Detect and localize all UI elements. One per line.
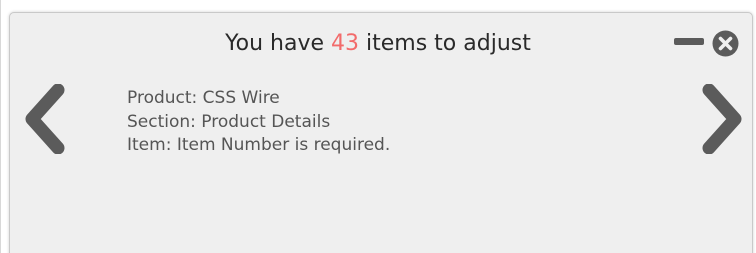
section-line: Section: Product Details (127, 111, 331, 132)
close-circle-icon (712, 30, 739, 57)
product-line: Product: CSS Wire (127, 88, 280, 108)
title-prefix: You have (225, 31, 332, 56)
minus-icon (674, 38, 704, 45)
panel-title: You have 43 items to adjust (0, 28, 756, 60)
item-count: 43 (331, 31, 360, 56)
chevron-left-icon (25, 83, 65, 155)
previous-button[interactable] (20, 83, 70, 155)
next-button[interactable] (697, 83, 747, 155)
minimize-button[interactable] (673, 33, 707, 55)
title-suffix: items to adjust (359, 31, 531, 56)
item-line: Item: Item Number is required. (127, 135, 391, 155)
chevron-right-icon (702, 83, 742, 155)
item-details: Product: CSS Wire Section: Product Detai… (127, 87, 667, 158)
close-button[interactable] (711, 29, 740, 58)
